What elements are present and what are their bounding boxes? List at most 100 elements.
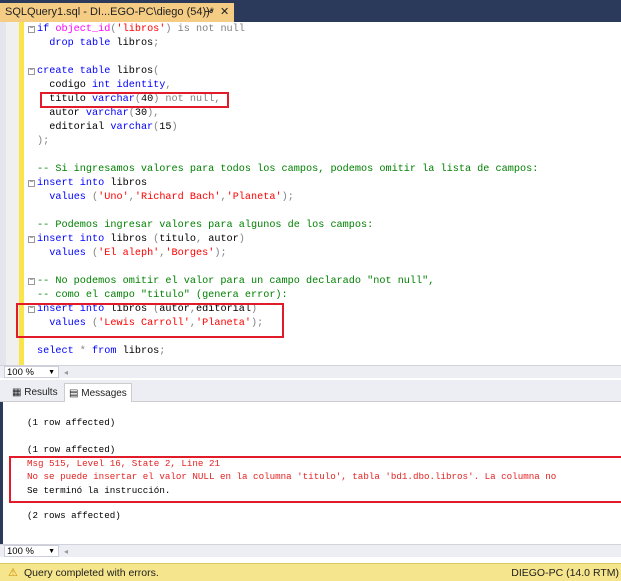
status-text: Query completed with errors.: [24, 567, 159, 579]
code-token: ;: [159, 346, 166, 357]
code-token: libros: [116, 38, 154, 49]
code-line: − -- No podemos omitir el valor para un c…: [26, 275, 538, 289]
scroll-left-icon[interactable]: ◂: [64, 368, 68, 377]
code-token: values: [49, 192, 93, 203]
scroll-left-icon[interactable]: ◂: [64, 547, 68, 556]
message-line: (1 row affected): [27, 417, 116, 428]
code-token: codigo: [37, 80, 93, 91]
code-token: libros: [110, 234, 154, 245]
code-token: );: [37, 136, 50, 147]
code-token: libros: [122, 346, 160, 357]
code-line: − insert into libros: [26, 177, 538, 191]
editor-zoom-select[interactable]: 100 % ▼: [4, 366, 59, 378]
code-token: 'Uno': [98, 192, 129, 203]
close-icon[interactable]: ✕: [220, 5, 229, 18]
tab-results[interactable]: ▦ Results: [8, 383, 62, 402]
messages-pane[interactable]: (1 row affected) (1 row affected) Msg 51…: [0, 402, 621, 544]
code-token: if: [37, 24, 56, 35]
code-token: ;: [153, 38, 160, 49]
code-token: -- Si ingresamos valores para todos los …: [37, 164, 539, 175]
code-line: autor varchar(30),: [26, 107, 538, 121]
tab-results-label: Results: [24, 387, 58, 398]
grid-icon: ▦: [12, 387, 25, 398]
tab-messages-label: Messages: [81, 388, 127, 399]
message-line: (1 row affected): [27, 444, 116, 455]
code-token: ) is not null: [165, 24, 245, 35]
document-tab-bar: SQLQuery1.sql - DI...EGO-PC\diego (54))*…: [0, 0, 621, 22]
results-zoom-bar: 100 % ▼ ◂: [0, 544, 621, 557]
zoom-value: 100 %: [7, 546, 34, 557]
code-token: varchar: [110, 122, 154, 133]
server-name: DIEGO-PC (14.0 RTM): [511, 567, 619, 579]
query-tab-title: SQLQuery1.sql - DI...EGO-PC\diego (54))*: [5, 6, 215, 18]
code-token: ): [171, 122, 178, 133]
code-line: − if object_id('libros') is not null: [26, 23, 538, 37]
sql-editor[interactable]: − if object_id('libros') is not null drop…: [0, 22, 621, 365]
messages-icon: ▤: [69, 388, 82, 399]
highlight-box-error: [9, 456, 621, 503]
code-token: insert into: [37, 178, 111, 189]
code-token: 'Planeta': [226, 192, 282, 203]
code-token: autor: [37, 108, 86, 119]
code-line: − insert into libros (titulo, autor): [26, 233, 538, 247]
code-token: titulo: [159, 234, 196, 245]
code-token: 'Richard Bach': [134, 192, 221, 203]
editor-zoom-bar: 100 % ▼ ◂: [0, 365, 621, 378]
code-line: -- Podemos ingresar valores para algunos…: [26, 219, 538, 233]
code-token: select: [37, 346, 80, 357]
code-token: );: [281, 192, 294, 203]
code-token: libros: [110, 178, 148, 189]
tab-messages[interactable]: ▤ Messages: [64, 383, 132, 402]
chevron-down-icon: ▼: [48, 548, 55, 555]
code-token: 'El aleph': [98, 248, 160, 259]
code-token: 30: [134, 108, 148, 119]
fold-toggle-icon[interactable]: −: [28, 180, 35, 187]
code-token: create table: [37, 66, 117, 77]
code-line: -- Si ingresamos valores para todos los …: [26, 163, 538, 177]
code-token: 'libros': [116, 24, 166, 35]
query-tab[interactable]: SQLQuery1.sql - DI...EGO-PC\diego (54))*…: [0, 3, 234, 22]
fold-toggle-icon[interactable]: −: [28, 68, 35, 75]
code-token: from: [92, 346, 123, 357]
code-line: − create table libros(: [26, 65, 538, 79]
fold-toggle-icon[interactable]: −: [28, 236, 35, 243]
code-token: editorial: [37, 122, 111, 133]
code-token: 'Borges': [165, 248, 215, 259]
code-token: );: [214, 248, 227, 259]
results-tabs: ▦ Results ▤ Messages: [0, 380, 621, 402]
highlight-box-insert: [16, 303, 284, 338]
code-line: values ('El aleph','Borges');: [26, 247, 538, 261]
code-token: ,: [165, 80, 172, 91]
code-line: editorial varchar(15): [26, 121, 538, 135]
code-token: varchar: [85, 108, 129, 119]
message-line: (2 rows affected): [27, 510, 121, 521]
code-token: *: [79, 346, 93, 357]
code-line: values ('Uno','Richard Bach','Planeta');: [26, 191, 538, 205]
code-line: drop table libros;: [26, 37, 538, 51]
code-token: values: [49, 248, 93, 259]
code-token: -- No podemos omitir el valor para un ca…: [37, 276, 435, 287]
code-token: insert into: [37, 234, 111, 245]
code-token: ,: [195, 234, 209, 245]
code-token: -- como el campo "titulo" (genera error)…: [37, 290, 288, 301]
results-zoom-select[interactable]: 100 % ▼: [4, 545, 59, 557]
fold-toggle-icon[interactable]: −: [28, 278, 35, 285]
code-token: (: [153, 66, 160, 77]
code-line: );: [26, 135, 538, 149]
highlight-box-titulo: [40, 92, 229, 108]
code-token: 15: [159, 122, 172, 133]
code-token: ),: [147, 108, 160, 119]
code-line: select * from libros;: [26, 345, 538, 359]
zoom-value: 100 %: [7, 367, 34, 378]
fold-toggle-icon[interactable]: −: [28, 26, 35, 33]
code-token: int identity: [92, 80, 166, 91]
code-token: drop table: [49, 38, 117, 49]
pin-icon[interactable]: ⊸: [204, 5, 213, 18]
